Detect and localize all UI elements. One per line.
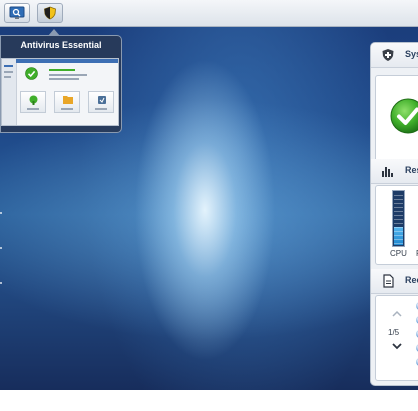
meter-segment bbox=[394, 211, 403, 212]
log-page-indicator: 1/5 bbox=[388, 328, 400, 337]
taskbar-antivirus-essential-button[interactable] bbox=[37, 3, 63, 23]
thumbnail-quarantine-tile bbox=[54, 91, 80, 113]
thumbnail-sidebar bbox=[2, 59, 17, 125]
meter-segment bbox=[394, 223, 403, 224]
folder-icon bbox=[63, 96, 73, 104]
shield-plus-icon bbox=[382, 49, 394, 61]
chevron-up-icon[interactable] bbox=[392, 310, 402, 317]
taskbar-main-menu-button[interactable] bbox=[4, 3, 30, 23]
desktop-icon-edge bbox=[0, 282, 2, 284]
meter-segment bbox=[394, 227, 403, 228]
meter-segment bbox=[394, 231, 403, 232]
cpu-meter bbox=[392, 190, 405, 247]
check-status-icon bbox=[390, 98, 418, 134]
taskbar-window-preview[interactable]: Antivirus Essential bbox=[0, 29, 122, 133]
preview-title: Antivirus Essential bbox=[20, 40, 102, 50]
system-health-title: Sys bbox=[405, 49, 418, 59]
meter-segment bbox=[394, 215, 403, 216]
preview-thumbnail bbox=[1, 58, 119, 126]
recent-logs-header[interactable]: Rec bbox=[371, 269, 418, 294]
system-health-panel bbox=[375, 75, 418, 163]
check-status-icon bbox=[25, 67, 38, 80]
resource-monitor-title: Res bbox=[405, 165, 418, 175]
desktop-icon-edge bbox=[0, 212, 2, 214]
resource-monitor-panel: CPU R bbox=[375, 185, 418, 265]
chevron-down-icon[interactable] bbox=[392, 343, 402, 350]
bar-chart-icon bbox=[382, 167, 393, 177]
meter-segment bbox=[394, 199, 403, 200]
update-icon bbox=[98, 96, 106, 104]
shield-icon bbox=[44, 6, 56, 20]
desktop-icon-edge bbox=[0, 247, 2, 249]
document-icon bbox=[383, 274, 394, 288]
taskbar bbox=[0, 0, 418, 27]
meter-segment bbox=[394, 203, 403, 204]
resource-monitor-header[interactable]: Res bbox=[371, 159, 418, 184]
system-health-header[interactable]: Sys bbox=[371, 43, 418, 68]
meter-segment bbox=[394, 195, 403, 196]
cpu-label: CPU bbox=[390, 249, 407, 258]
widget-panel: Sys Res CPU R bbox=[370, 42, 418, 386]
monitor-search-icon bbox=[9, 6, 25, 19]
thumbnail-scan-tile bbox=[20, 91, 46, 113]
meter-segment bbox=[394, 243, 403, 244]
thumbnail-update-tile bbox=[88, 91, 114, 113]
meter-segment bbox=[394, 235, 403, 236]
recent-logs-title: Rec bbox=[405, 275, 418, 285]
meter-segment bbox=[394, 207, 403, 208]
recent-logs-panel: 1/5 bbox=[375, 295, 418, 381]
meter-segment bbox=[394, 239, 403, 240]
page-bottom-margin bbox=[0, 390, 418, 411]
meter-segment bbox=[394, 219, 403, 220]
scan-icon bbox=[29, 95, 38, 105]
thumbnail-header bbox=[16, 59, 118, 63]
